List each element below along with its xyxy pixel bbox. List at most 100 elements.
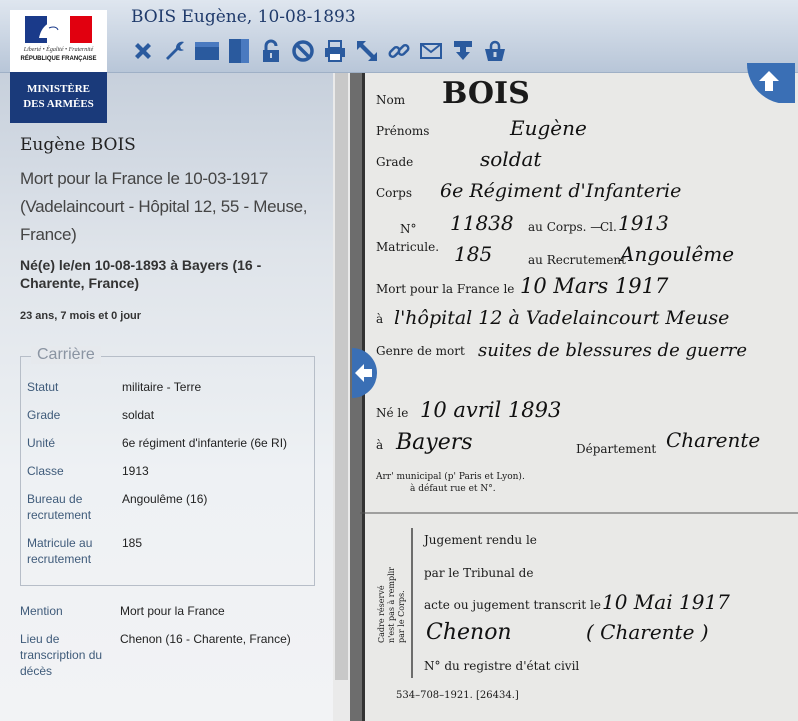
field-label: Mention — [20, 604, 63, 618]
label-matricule: Matricule. — [376, 240, 439, 254]
label-au-recrutement: au Recrutement — [528, 253, 626, 267]
field-label: Grade — [27, 408, 61, 422]
label-departement: Département — [576, 442, 656, 456]
label-prenoms: Prénoms — [376, 124, 429, 138]
wrench-icon — [166, 41, 184, 60]
career-legend: Carrière — [31, 346, 101, 364]
hw-classe: 1913 — [618, 211, 669, 235]
layout-wide-button[interactable] — [192, 36, 222, 66]
field-value: soldat — [122, 408, 155, 422]
card-footer-code: 534–708–1921. [26434.] — [396, 690, 519, 701]
print-button[interactable] — [320, 36, 350, 66]
label-arrondissement: Arr' municipal (p' Paris et Lyon). — [375, 471, 525, 482]
scanned-record-card: Nom BOIS Prénoms Grade Corps N° au Corps… — [350, 73, 798, 721]
hw-numero: 11838 — [450, 211, 514, 235]
hw-date-naissance: 10 avril 1893 — [420, 398, 561, 422]
hw-transcription-date: 10 Mai 1917 — [602, 590, 730, 614]
label-classe: Cl. — [600, 220, 617, 234]
record-surname: BOIS — [442, 76, 530, 111]
ministry-logo[interactable]: Liberté • Égalité • Fraternité RÉPUBLIQU… — [10, 10, 107, 123]
tool-strip — [128, 36, 510, 66]
age-info: 23 ans, 7 mois et 0 jour — [20, 310, 142, 322]
close-button[interactable] — [128, 36, 158, 66]
label-a-naissance: à — [376, 438, 383, 452]
page-title: BOIS Eugène, 10-08-1893 — [131, 7, 356, 27]
hw-prenom: Eugène — [509, 116, 587, 140]
label-genre-mort: Genre de mort — [376, 344, 465, 358]
hw-lieu-naissance: Bayers — [395, 430, 473, 455]
label-tribunal: par le Tribunal de — [424, 566, 533, 580]
field-label: Lieu de transcription du décès — [20, 632, 103, 678]
side-note-1: Cadre réservé — [377, 585, 386, 643]
field-value: Angoulême (16) — [122, 492, 208, 506]
field-label: Matricule au recrutement — [27, 536, 93, 566]
expand-icon — [357, 41, 377, 61]
forbidden-button[interactable] — [288, 36, 318, 66]
hw-transcription-lieu: Chenon — [426, 620, 512, 645]
mail-icon — [420, 43, 442, 59]
label-acte: acte ou jugement transcrit le — [424, 598, 601, 612]
settings-button[interactable] — [160, 36, 190, 66]
label-registre: N° du registre d'état civil — [424, 659, 579, 673]
label-a-lieu: à — [376, 312, 383, 326]
close-icon — [135, 43, 151, 59]
hw-corps: 6e Régiment d'Infanterie — [440, 180, 681, 202]
label-no: N° — [400, 222, 417, 236]
scroll-up-button[interactable] — [745, 63, 795, 104]
death-info: Mort pour la France le 10-03-1917 (Vadel… — [20, 169, 308, 244]
field-value: 185 — [122, 536, 143, 550]
label-ne-le: Né le — [376, 406, 408, 420]
layout-half-icon — [229, 39, 249, 63]
field-value: Chenon (16 - Charente, France) — [120, 632, 291, 646]
layout-wide-icon — [195, 42, 219, 60]
side-note-2: n'est pas à remplir — [387, 567, 396, 643]
field-value: Mort pour la France — [120, 604, 225, 618]
field-label: Unité — [27, 436, 56, 450]
arrow-left-icon — [352, 348, 377, 398]
hw-lieu-mort: l'hôpital 12 à Vadelaincourt Meuse — [394, 307, 729, 329]
forbidden-icon — [292, 40, 314, 62]
hw-departement: Charente — [666, 428, 760, 452]
ministry-name: MINISTÈRE DES ARMÉES — [10, 72, 107, 123]
mail-button[interactable] — [416, 36, 446, 66]
basket-lock-icon — [485, 40, 505, 61]
link-button[interactable] — [384, 36, 414, 66]
hw-date-mort: 10 Mars 1917 — [520, 274, 669, 298]
hw-grade: soldat — [480, 147, 542, 171]
top-toolbar: BOIS Eugène, 10-08-1893 — [0, 0, 798, 73]
field-label: Classe — [27, 464, 64, 478]
hw-matricule: 185 — [454, 242, 492, 266]
republic-motto: Liberté • Égalité • Fraternité — [23, 47, 94, 53]
label-au-corps: au Corps. — — [528, 220, 602, 234]
career-fieldset: Carrière Statut militaire - Terre Grade … — [20, 346, 315, 586]
label-nom: Nom — [376, 93, 406, 107]
hw-genre-mort: suites de blessures de guerre — [478, 340, 747, 361]
basket-button[interactable] — [480, 36, 510, 66]
layout-half-button[interactable] — [224, 36, 254, 66]
expand-button[interactable] — [352, 36, 382, 66]
download-icon — [454, 41, 472, 60]
lock-icon — [263, 39, 279, 62]
left-panel-scrollbar[interactable] — [333, 73, 350, 721]
birth-info: Né(e) le/en 10-08-1893 à Bayers (16 - Ch… — [20, 257, 262, 291]
field-label: Statut — [27, 380, 59, 394]
field-value: 1913 — [122, 464, 149, 478]
hw-recrutement: Angoulême — [618, 242, 734, 266]
field-value: 6e régiment d'infanterie (6e RI) — [122, 436, 288, 450]
download-button[interactable] — [448, 36, 478, 66]
label-grade: Grade — [376, 155, 413, 169]
lock-button[interactable] — [256, 36, 286, 66]
label-defaut-rue: à défaut rue et N°. — [410, 483, 496, 494]
side-note-3: par le Corps. — [397, 590, 406, 643]
field-label: Bureau de recrutement — [27, 492, 92, 522]
scrollbar-thumb[interactable] — [335, 73, 348, 680]
link-icon — [388, 43, 410, 59]
hw-transcription-dept: ( Charente ) — [586, 620, 709, 644]
label-jugement: Jugement rendu le — [422, 533, 537, 547]
document-viewer[interactable]: Nom BOIS Prénoms Grade Corps N° au Corps… — [350, 73, 798, 721]
print-icon — [325, 40, 345, 62]
label-mort-pour: Mort pour la France le — [376, 282, 514, 296]
record-details-panel: Eugène BOIS Mort pour la France le 10-03… — [0, 73, 333, 721]
collapse-panel-button[interactable] — [352, 348, 378, 398]
person-name: Eugène BOIS — [20, 135, 136, 155]
